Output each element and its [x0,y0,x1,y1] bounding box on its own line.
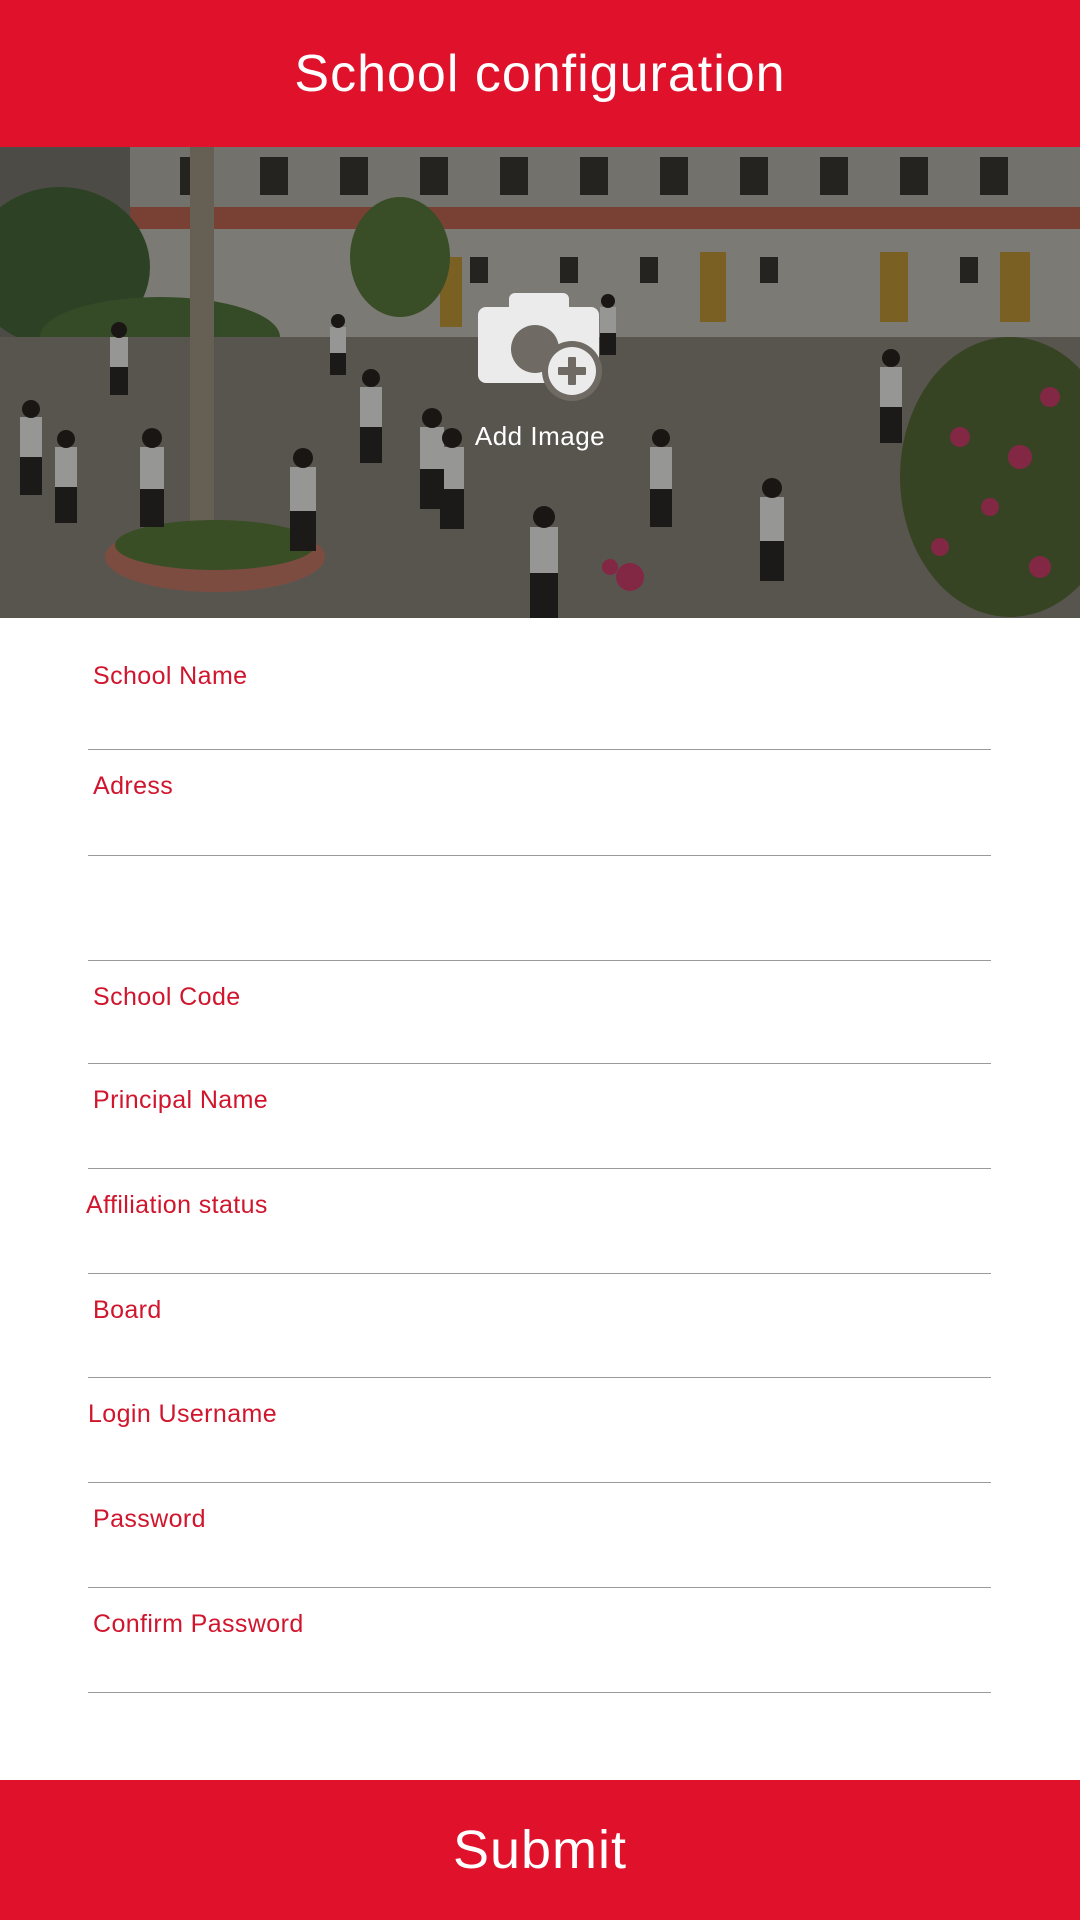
confirm-password-input[interactable] [93,1646,983,1686]
affiliation-status-field[interactable]: Affiliation status [86,1169,991,1274]
board-label: Board [93,1296,162,1324]
board-input[interactable] [93,1331,983,1371]
password-input[interactable] [93,1541,983,1581]
password-label: Password [93,1505,206,1533]
confirm-password-label: Confirm Password [93,1610,304,1638]
principal-name-input[interactable] [93,1122,983,1162]
app-bar: School configuration [0,0,1080,147]
school-code-input[interactable] [93,1017,983,1057]
school-banner-image: Add Image [0,147,1080,618]
school-configuration-screen: School configuration Add Image School Na… [0,0,1080,1920]
address-label: Adress [93,772,174,800]
affiliation-status-input[interactable] [93,1227,983,1267]
login-username-input[interactable] [93,1436,983,1476]
address-input[interactable] [93,809,983,849]
submit-button[interactable]: Submit [0,1780,1080,1920]
address-field[interactable]: Adress [88,750,991,856]
password-field[interactable]: Password [88,1483,991,1588]
school-code-label: School Code [93,983,241,1011]
camera-add-icon [478,293,602,401]
affiliation-status-label: Affiliation status [86,1191,268,1219]
submit-label: Submit [452,1820,628,1880]
page-title: School configuration [294,44,786,103]
principal-name-label: Principal Name [93,1086,269,1114]
add-image-label: Add Image [474,421,606,451]
school-name-field[interactable]: School Name [88,618,991,750]
board-field[interactable]: Board [88,1274,991,1378]
address-line-2-input[interactable] [93,914,983,954]
principal-name-field[interactable]: Principal Name [88,1064,991,1169]
address-line-2-field[interactable] [88,856,991,961]
add-image-button[interactable]: Add Image [440,287,640,467]
login-username-label: Login Username [88,1400,278,1428]
school-name-label: School Name [93,662,248,690]
login-username-field[interactable]: Login Username [88,1378,991,1483]
school-code-field[interactable]: School Code [88,961,991,1064]
confirm-password-field[interactable]: Confirm Password [88,1588,991,1693]
school-name-input[interactable] [93,703,983,743]
